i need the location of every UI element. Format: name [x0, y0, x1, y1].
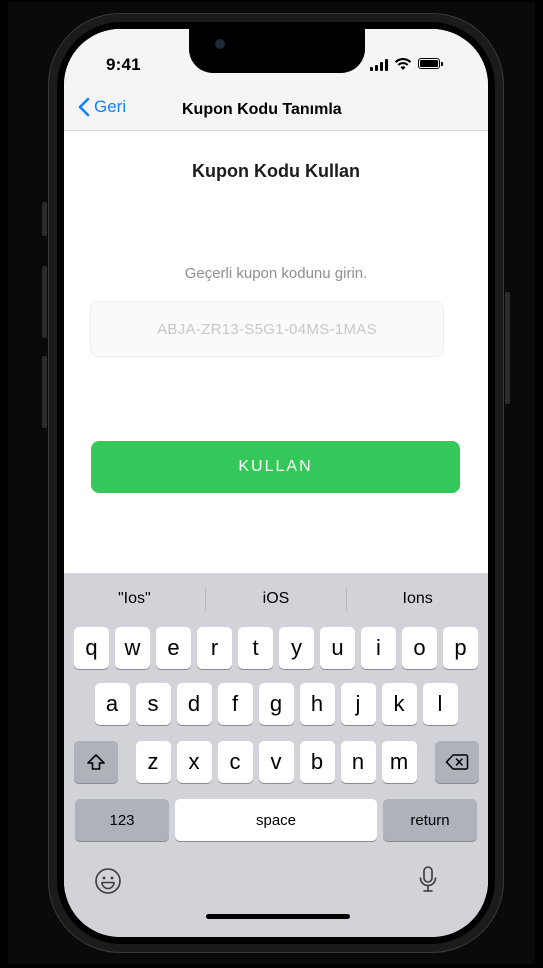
battery-icon [418, 58, 443, 69]
navigation-bar: Geri Kupon Kodu Tanımla [64, 89, 488, 131]
emoji-icon[interactable] [94, 867, 122, 895]
key[interactable]: x [176, 741, 212, 783]
coupon-code-input[interactable] [90, 301, 444, 357]
key[interactable]: o [402, 627, 437, 669]
cellular-signal-icon [370, 59, 388, 71]
camera-icon [215, 39, 225, 49]
suggestion-item[interactable]: "Ios" [64, 590, 205, 608]
shift-icon [86, 754, 105, 770]
shift-key[interactable] [73, 741, 118, 783]
keyboard-row-2: a s d f g h j k l [64, 683, 488, 725]
notch [189, 29, 365, 73]
key[interactable]: l [422, 683, 458, 725]
delete-key[interactable] [434, 741, 479, 783]
key[interactable]: z [135, 741, 171, 783]
power-button [505, 292, 510, 404]
key[interactable]: s [135, 683, 171, 725]
page-title: Kupon Kodu Tanımla [182, 101, 342, 118]
key[interactable]: r [197, 627, 232, 669]
screen: 9:41 Geri Kupon Kodu Tanımla Kupon Kodu … [64, 29, 488, 937]
key[interactable]: a [94, 683, 130, 725]
keyboard: "Ios" iOS Ions q w e r t y u i o p a s d… [64, 573, 488, 937]
key[interactable]: e [156, 627, 191, 669]
volume-down-button [42, 356, 47, 428]
key[interactable]: u [320, 627, 355, 669]
key[interactable]: q [74, 627, 109, 669]
key[interactable]: y [279, 627, 314, 669]
suggestion-item[interactable]: iOS [206, 590, 347, 608]
home-indicator[interactable] [206, 914, 350, 919]
key[interactable]: k [381, 683, 417, 725]
chevron-left-icon [78, 97, 90, 117]
keyboard-row-4: 123 space return [64, 799, 488, 841]
key[interactable]: d [176, 683, 212, 725]
return-key[interactable]: return [383, 799, 477, 841]
status-time: 9:41 [106, 55, 141, 74]
key[interactable]: w [115, 627, 150, 669]
section-heading: Kupon Kodu Kullan [192, 161, 360, 181]
key[interactable]: b [299, 741, 335, 783]
key[interactable]: p [443, 627, 478, 669]
status-bar: 9:41 [64, 29, 488, 89]
volume-up-button [42, 266, 47, 338]
key[interactable]: g [258, 683, 294, 725]
numbers-key[interactable]: 123 [75, 799, 169, 841]
backspace-icon [445, 754, 468, 770]
key[interactable]: h [299, 683, 335, 725]
back-button[interactable]: Geri [78, 97, 126, 117]
key[interactable]: n [340, 741, 376, 783]
use-coupon-button[interactable]: KULLAN [91, 441, 460, 493]
key[interactable]: t [238, 627, 273, 669]
keyboard-row-3: z x c v b n m [64, 741, 488, 783]
wifi-icon [394, 58, 412, 70]
key[interactable]: v [258, 741, 294, 783]
back-label: Geri [94, 97, 127, 116]
key[interactable]: m [381, 741, 417, 783]
key[interactable]: j [340, 683, 376, 725]
key[interactable]: c [217, 741, 253, 783]
coupon-hint: Geçerli kupon kodunu girin. [184, 265, 368, 282]
keyboard-row-1: q w e r t y u i o p [64, 627, 488, 669]
mute-switch [42, 202, 47, 236]
key[interactable]: i [361, 627, 396, 669]
suggestion-item[interactable]: Ions [347, 590, 488, 608]
microphone-icon[interactable] [418, 865, 438, 895]
key[interactable]: f [217, 683, 253, 725]
space-key[interactable]: space [175, 799, 377, 841]
suggestion-bar: "Ios" iOS Ions [64, 581, 488, 617]
